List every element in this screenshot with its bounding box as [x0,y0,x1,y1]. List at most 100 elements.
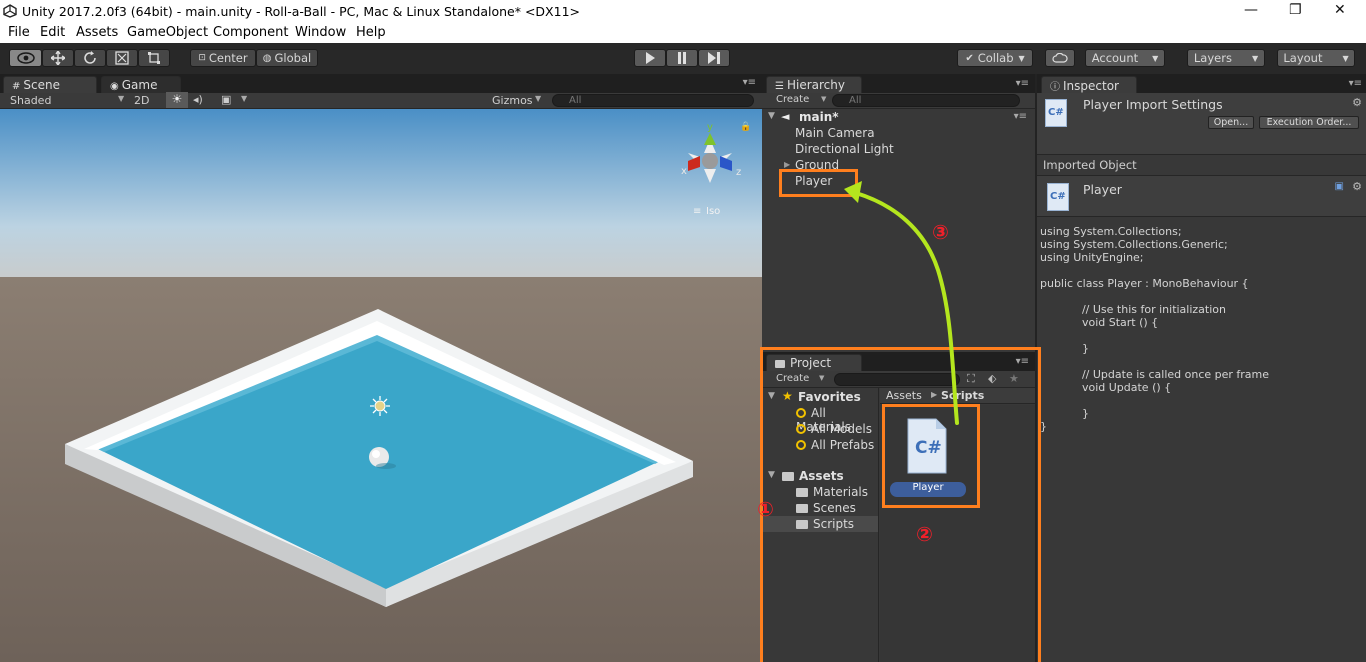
code-line: using UnityEngine; [1040,251,1144,264]
cloud-button[interactable] [1045,49,1075,67]
execution-order-button[interactable]: Execution Order... [1259,116,1359,129]
lighting-toggle-icon[interactable]: ☀ [166,92,188,108]
pivot-center-button[interactable]: ⊡ Center [190,49,256,67]
effects-toggle-icon[interactable]: ▣ [221,93,231,106]
tab-inspector-label: Inspector [1063,79,1119,93]
menu-file[interactable]: File [8,25,30,40]
layers-label: Layers [1193,51,1232,65]
minimize-button[interactable]: — [1244,2,1258,18]
code-line: using System.Collections.Generic; [1040,238,1228,251]
drag-arrow [844,181,959,425]
settings-gear-icon[interactable]: ⚙ [1352,96,1362,109]
scene-search-input[interactable]: All [552,94,754,107]
scale-icon [115,51,129,65]
collab-button[interactable]: ✔ Collab ▼ [957,49,1033,67]
pause-button[interactable] [666,49,698,67]
menu-edit[interactable]: Edit [40,25,65,40]
hierarchy-search-input[interactable]: All [832,94,1020,107]
menu-gameobject[interactable]: GameObject [127,25,208,40]
panel-menu-icon[interactable]: ▾≡ [1016,78,1029,89]
panel-menu-icon[interactable]: ▾≡ [1349,78,1362,89]
pause-icon [678,52,686,64]
hierarchy-create-dropdown[interactable]: Create [776,94,809,105]
scene-toolbar: Shaded ▼ 2D ☀ ◂) ▣ ▼ Gizmos ▼ All [0,92,762,109]
scene-menu-icon[interactable]: ▾≡ [1014,111,1027,122]
tab-scene[interactable]: # Scene [3,76,97,93]
scale-tool-button[interactable] [106,49,138,67]
audio-toggle-icon[interactable]: ◂) [193,93,203,106]
rect-tool-icon [148,52,160,64]
toggle-2d-button[interactable]: 2D [134,94,149,107]
chevron-down-icon: ▼ [1342,53,1349,63]
account-dropdown[interactable]: Account ▼ [1085,49,1165,67]
open-button[interactable]: Open... [1208,116,1254,129]
lock-icon[interactable]: 🔒 [740,121,751,132]
panel-menu-icon[interactable]: ▾≡ [743,77,756,88]
window-title: Unity 2017.2.0f3 (64bit) - main.unity - … [22,4,580,19]
move-tool-button[interactable] [42,49,74,67]
chevron-down-icon: ▼ [1152,53,1159,63]
step-1-marker: ① [757,497,774,521]
shading-dropdown[interactable]: Shaded [10,94,51,107]
inspector-panel: ⓘ Inspector ▾≡ C# Player Import Settings … [1035,74,1366,662]
tab-inspector[interactable]: ⓘ Inspector [1041,76,1137,93]
unity-scene-icon: ◄ [781,110,790,123]
menu-assets[interactable]: Assets [76,25,118,40]
code-line: } [1040,420,1047,433]
code-line: // Use this for initialization [1040,303,1226,316]
svg-text:≡: ≡ [693,206,701,217]
eye-icon [16,52,35,64]
chevron-down-icon: ▼ [821,95,827,103]
play-button[interactable] [634,49,666,67]
scene-render: y x z ≡ Iso 🔒 [0,109,762,662]
view-tool-button[interactable] [9,49,42,67]
maximize-button[interactable]: ❐ [1289,2,1302,18]
collab-label: Collab [977,51,1014,65]
account-label: Account [1091,51,1139,65]
check-icon: ✔ [965,52,974,64]
imported-object-label: Imported Object [1043,158,1137,172]
scene-grid-icon: # [12,81,21,92]
scene-viewport[interactable]: y x z ≡ Iso 🔒 [0,109,762,662]
hierarchy-item[interactable]: Directional Light [795,142,894,156]
space-global-button[interactable]: ◍ Global [256,49,318,67]
projection-label[interactable]: Iso [706,206,720,217]
layers-dropdown[interactable]: Layers ▼ [1187,49,1265,67]
chevron-down-icon: ▼ [241,94,248,103]
menu-component[interactable]: Component [213,25,288,40]
pivot-label: Center [208,51,248,65]
close-button[interactable]: ✕ [1334,2,1346,18]
gizmo-z-label: z [736,167,741,178]
space-label: Global [274,51,312,65]
menu-help[interactable]: Help [356,25,386,40]
tab-hierarchy[interactable]: ☰ Hierarchy [766,76,862,93]
help-book-icon[interactable]: ▣ [1335,181,1344,192]
gizmos-dropdown[interactable]: Gizmos [492,94,533,107]
pivot-icon: ⊡ [198,53,206,63]
unity-logo-icon [3,4,17,18]
expand-arrow-icon[interactable]: ▶ [784,160,790,169]
rotate-icon [84,51,96,64]
tab-scene-label: Scene [23,78,60,92]
expand-arrow-icon[interactable]: ▼ [768,111,775,121]
rotate-tool-button[interactable] [74,49,106,67]
layout-label: Layout [1283,51,1323,65]
scene-name[interactable]: main* [799,110,839,124]
code-line: } [1040,407,1089,420]
imported-object-header: C# Player ▣ ⚙ [1037,175,1366,217]
cloud-icon [1052,53,1068,63]
gizmo-x-label: x [681,166,687,177]
main-toolbar: ⊡ Center ◍ Global ✔ Collab ▼ Account ▼ Layers… [0,43,1366,74]
hierarchy-item[interactable]: Main Camera [795,126,875,140]
code-line: void Start () { [1040,316,1159,329]
script-file-icon: C# [1047,183,1069,211]
step-3-marker: ③ [932,220,949,244]
tab-game[interactable]: ◉ Game [101,76,181,93]
layout-dropdown[interactable]: Layout ▼ [1277,49,1355,67]
step-button[interactable] [698,49,730,67]
hierarchy-toolbar: Create ▼ All [762,93,1035,109]
csharp-label: C# [1048,107,1064,118]
settings-gear-icon[interactable]: ⚙ [1352,180,1362,193]
menu-window[interactable]: Window [295,25,346,40]
rect-tool-button[interactable] [138,49,170,67]
